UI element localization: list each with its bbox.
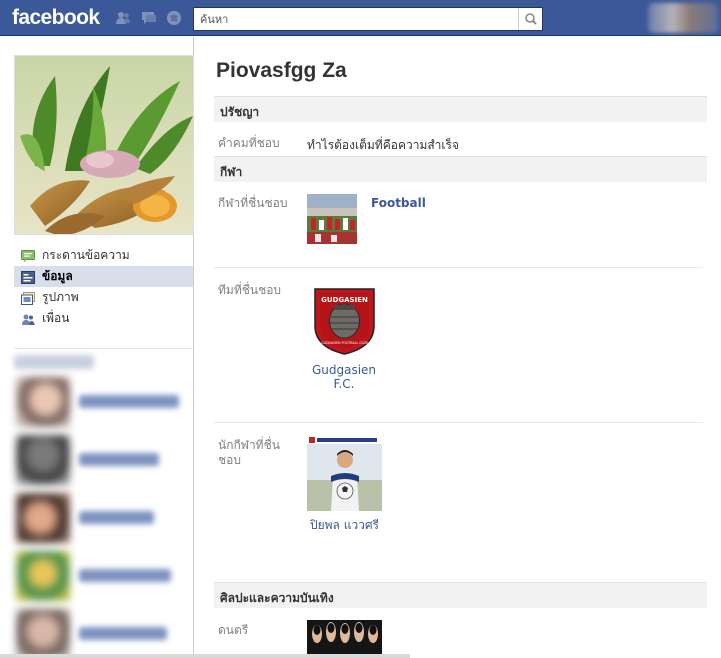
nav-item-friends[interactable]: เพื่อน (14, 308, 193, 329)
profile-nav: กระดานข้อความ ข้อมูล รูปภาพ เพื่อน (14, 245, 193, 329)
music-thumbnail[interactable] (307, 620, 382, 658)
notifications-icon[interactable] (166, 10, 182, 26)
row-separator (214, 267, 703, 268)
nav-item-info[interactable]: ข้อมูล (14, 266, 193, 287)
friend-list-item[interactable] (16, 551, 193, 601)
search-input[interactable] (194, 8, 519, 30)
friend-list-item[interactable] (16, 435, 193, 485)
friend-name-blurred (79, 569, 171, 582)
music-label: ดนตรี (218, 623, 249, 637)
friend-avatar (16, 377, 70, 427)
friend-avatar (16, 435, 70, 485)
search-button[interactable] (518, 8, 542, 30)
search-box (193, 7, 543, 31)
nav-label-info: ข้อมูล (42, 269, 73, 283)
horizontal-scrollbar[interactable] (0, 654, 410, 658)
friend-name-blurred (79, 627, 167, 640)
section-header-arts: ศิลปะและความบันเทิง (214, 582, 707, 608)
friend-avatar (16, 493, 70, 543)
facebook-logo[interactable]: facebook (12, 6, 100, 30)
friend-name-blurred (79, 453, 159, 466)
friends-icon (21, 312, 35, 325)
nav-label-friends: เพื่อน (42, 311, 70, 325)
favorite-sports-label: กีฬาที่ชื่นชอบ (218, 196, 288, 210)
friend-list-item[interactable] (16, 377, 193, 427)
athlete-photo[interactable] (307, 436, 382, 511)
nav-item-photos[interactable]: รูปภาพ (14, 287, 193, 308)
section-title-sports: กีฬา (220, 165, 243, 179)
quote-value: ทำไรต้องเต็มที่คือความสำเร็จ (307, 138, 459, 152)
friend-name-blurred (79, 395, 179, 408)
team-logo-text: GUDGASIEN (321, 296, 368, 304)
team-logo[interactable]: GUDGASIEN GUDGASIEN FOOTBALL CLUB (307, 281, 382, 356)
nav-label-photos: รูปภาพ (42, 290, 79, 304)
main-content: Piovasfgg Za ปรัชญา คำคมที่ชอบ ทำไรต้องเ… (214, 37, 708, 658)
favorite-sport-link[interactable]: Football (371, 196, 426, 210)
friend-avatar (16, 609, 70, 658)
favorite-athlete-link[interactable]: ปิยพล แววศรี (302, 518, 387, 532)
favorite-athletes-label: นักกีฬาที่ชื่นชอบ (218, 438, 280, 467)
nav-item-wall[interactable]: กระดานข้อความ (14, 245, 193, 266)
profile-picture[interactable] (14, 55, 194, 235)
left-sidebar: กระดานข้อความ ข้อมูล รูปภาพ เพื่อน (0, 37, 194, 658)
nav-label-wall: กระดานข้อความ (42, 248, 130, 262)
section-header-philosophy: ปรัชญา (214, 96, 707, 122)
search-icon (525, 13, 537, 25)
section-title-philosophy: ปรัชญา (220, 105, 260, 119)
sidebar-divider (14, 348, 193, 349)
favorite-teams-label: ทีมที่ชื่นชอบ (218, 283, 282, 297)
photos-icon (21, 291, 35, 305)
friend-list-item[interactable] (16, 493, 193, 543)
friends-count-heading[interactable] (14, 355, 94, 369)
info-icon (21, 270, 35, 284)
profile-name: Piovasfgg Za (216, 59, 347, 82)
team-logo-subtext: GUDGASIEN FOOTBALL CLUB (321, 341, 367, 345)
football-thumbnail[interactable] (307, 194, 357, 244)
quote-label: คำคมที่ชอบ (218, 136, 280, 150)
section-title-arts: ศิลปะและความบันเทิง (220, 591, 334, 605)
row-separator (214, 422, 703, 423)
friend-list-item[interactable] (16, 609, 193, 658)
top-bar: facebook (0, 0, 721, 36)
friend-avatar (16, 551, 70, 601)
messages-icon[interactable] (141, 10, 157, 26)
section-header-sports: กีฬา (214, 156, 707, 182)
favorite-team-link[interactable]: Gudgasien F.C. (304, 363, 384, 391)
wall-icon (21, 249, 35, 263)
friend-requests-icon[interactable] (115, 10, 131, 26)
friend-name-blurred (79, 511, 154, 524)
account-avatar[interactable] (648, 3, 718, 33)
